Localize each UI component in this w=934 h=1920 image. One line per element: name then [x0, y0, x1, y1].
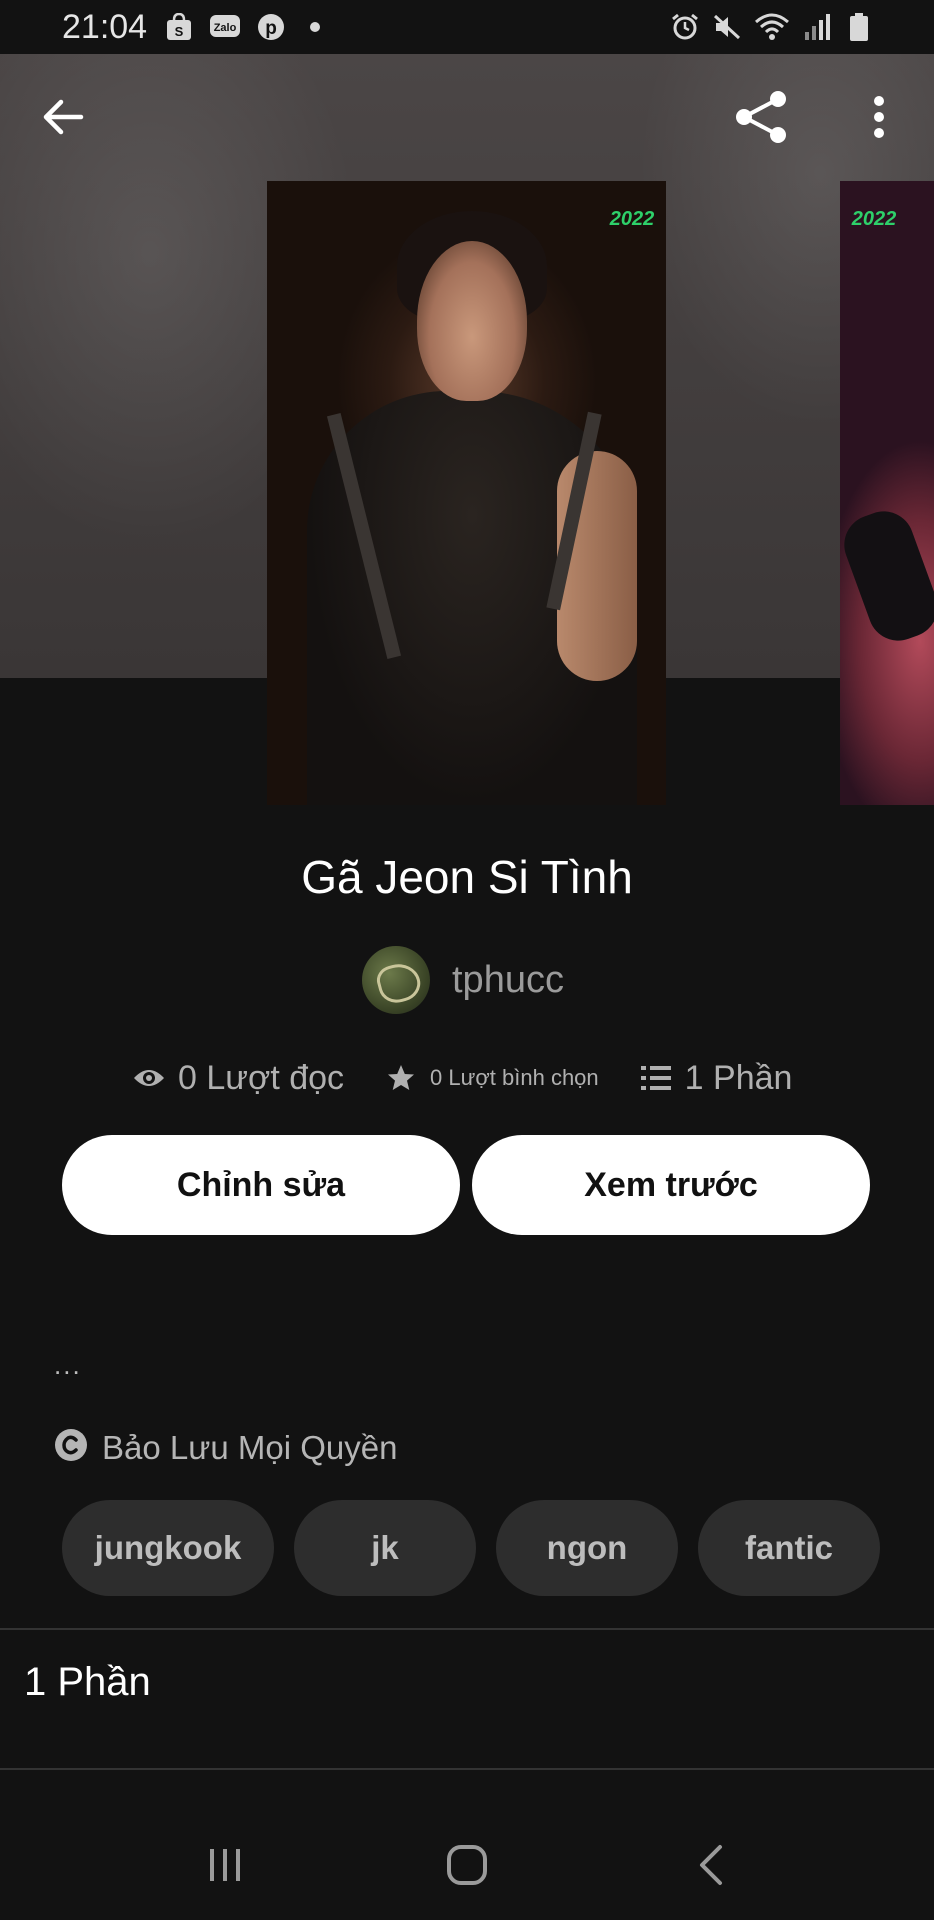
avatar-mark	[373, 959, 425, 1007]
back-button[interactable]	[28, 82, 98, 152]
alarm-icon	[670, 12, 700, 42]
tag-chip[interactable]: jk	[294, 1500, 476, 1596]
dot-icon	[300, 12, 330, 42]
recents-icon	[210, 1849, 240, 1881]
copyright-icon	[54, 1428, 88, 1467]
story-description: ...	[54, 1350, 82, 1380]
reads-stat: 0 Lượt đọc	[132, 1059, 344, 1098]
arrow-left-icon	[43, 99, 84, 135]
home-button[interactable]	[422, 1830, 512, 1900]
tag-chip[interactable]: ngon	[496, 1500, 678, 1596]
peek-figure	[840, 502, 934, 650]
story-title: Gã Jeon Si Tình	[301, 851, 633, 903]
signal-icon	[802, 12, 832, 42]
home-icon	[447, 1845, 487, 1885]
svg-text:2022: 2022	[851, 208, 897, 230]
tags-list: jungkook jk ngon fantic	[62, 1500, 880, 1596]
chevron-left-icon	[700, 1845, 722, 1885]
list-icon	[639, 1061, 673, 1095]
votes-stat: 0 Lượt bình chọn	[384, 1061, 599, 1095]
recents-button[interactable]	[180, 1830, 270, 1900]
parts-stat: 1 Phần	[639, 1058, 793, 1098]
tag-chip[interactable]: fantic	[698, 1500, 880, 1596]
wifi-icon	[754, 12, 790, 42]
star-icon	[384, 1061, 418, 1095]
battery-icon	[844, 12, 874, 42]
status-time: 21:04	[62, 8, 148, 46]
eye-icon	[132, 1061, 166, 1095]
pinterest-icon: p	[256, 12, 286, 42]
system-back-button[interactable]	[666, 1830, 756, 1900]
divider	[0, 1628, 934, 1630]
story-cover[interactable]: 2022	[267, 181, 666, 805]
svg-text:p: p	[265, 18, 277, 39]
parts-heading[interactable]: 1 Phần	[24, 1660, 151, 1705]
preview-button[interactable]: Xem trước	[472, 1135, 870, 1235]
system-icons	[670, 12, 874, 42]
zalo-icon: Zalo	[208, 12, 242, 42]
more-vertical-icon	[874, 96, 884, 138]
next-cover-preview[interactable]: 2022	[840, 181, 934, 805]
edit-button[interactable]: Chỉnh sửa	[62, 1135, 460, 1235]
author-name[interactable]: tphucc	[452, 959, 564, 1002]
share-button[interactable]	[726, 82, 796, 152]
shopee-icon: S	[164, 12, 194, 42]
copyright-row: Bảo Lưu Mọi Quyền	[54, 1428, 397, 1467]
notification-icons: S Zalo p	[164, 12, 330, 42]
svg-text:Zalo: Zalo	[214, 22, 237, 34]
status-bar: 21:04 S Zalo p	[0, 0, 934, 54]
mute-icon	[712, 12, 742, 42]
share-icon	[736, 91, 786, 143]
cover-badge: 2022	[609, 208, 655, 230]
parts-count: 1 Phần	[684, 1058, 793, 1097]
author-row[interactable]: tphucc	[362, 946, 564, 1014]
copyright-text: Bảo Lưu Mọi Quyền	[102, 1428, 398, 1466]
reads-count: 0 Lượt đọc	[178, 1058, 345, 1097]
tag-chip[interactable]: jungkook	[62, 1500, 274, 1596]
avatar[interactable]	[362, 946, 430, 1014]
more-options-button[interactable]	[844, 82, 914, 152]
story-stats: 0 Lượt đọc 0 Lượt bình chọn 1 Phần	[132, 1052, 792, 1104]
svg-text:2022: 2022	[609, 208, 655, 230]
cover-badge: 2022	[851, 208, 897, 230]
cover-figure-head	[417, 241, 527, 401]
votes-count: 0 Lượt bình chọn	[430, 1065, 599, 1090]
svg-text:S: S	[175, 24, 184, 39]
